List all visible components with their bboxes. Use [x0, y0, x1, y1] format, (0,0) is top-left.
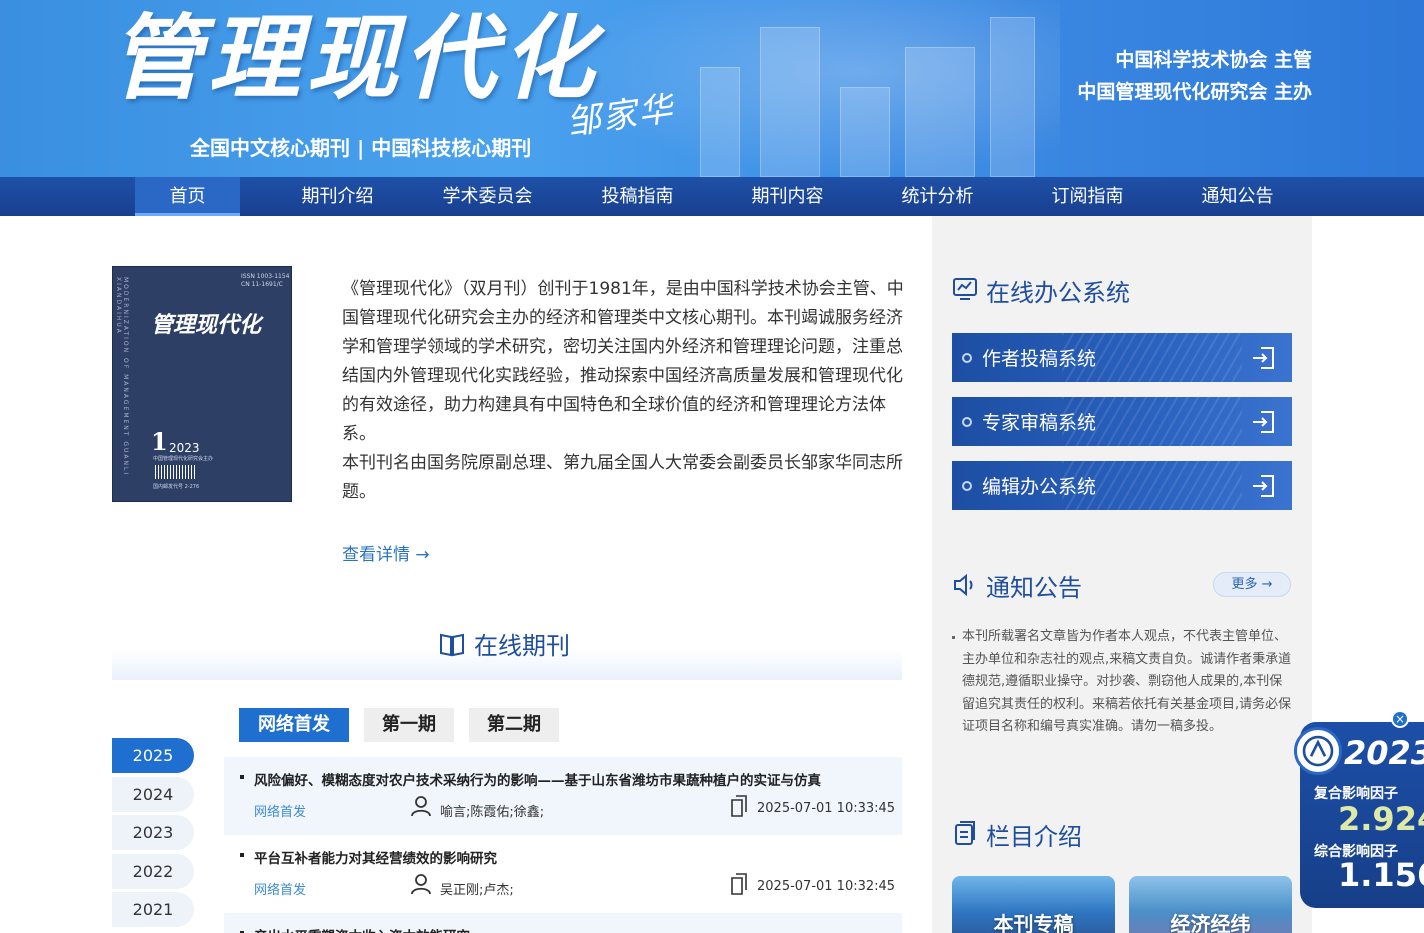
notice-title: 通知公告: [986, 575, 1082, 602]
article-title[interactable]: 平台互补者能力对其经营绩效的影响研究: [254, 847, 497, 867]
article-tag: 网络首发: [254, 805, 307, 820]
article-date: 2025-07-01 10:33:45: [757, 801, 896, 816]
view-details-link[interactable]: 查看详情 →: [342, 540, 430, 565]
system-label: 编辑办公系统: [982, 476, 1097, 498]
online-journal-title: 在线期刊: [474, 633, 570, 660]
bullet: [952, 636, 955, 639]
sponsor-line-1: 中国科学技术协会 主管: [1115, 49, 1312, 71]
nav-item-subscribe[interactable]: 订阅指南: [1035, 177, 1140, 216]
article-tag: 网络首发: [254, 883, 307, 898]
year-item[interactable]: 2025: [112, 738, 194, 773]
login-icon: [1253, 475, 1274, 497]
header-building: [905, 47, 975, 177]
year-item[interactable]: 2024: [112, 777, 194, 812]
site-title: 管理现代化: [110, 4, 601, 112]
journal-intro: 《管理现代化》（双月刊）创刊于1981年，是由中国科学技术协会主管、中国管理现代…: [342, 275, 904, 507]
office-system-title: 在线办公系统: [986, 280, 1130, 307]
expert-review-button[interactable]: 专家审稿系统: [952, 397, 1292, 446]
bullet: [240, 853, 244, 857]
header-building: [840, 87, 890, 177]
editor-office-button[interactable]: 编辑办公系统: [952, 461, 1292, 510]
author-submission-button[interactable]: 作者投稿系统: [952, 333, 1292, 382]
comprehensive-impact-value: 1.156: [1338, 856, 1424, 894]
bullet-dot: [962, 481, 972, 491]
notice-text[interactable]: 本刊所载署名文章皆为作者本人观点，不代表主管单位、主办单位和杂志社的观点,来稿文…: [962, 626, 1294, 739]
cover-issn: ISSN 1003-1154 CN 11-1691/C: [241, 273, 290, 288]
compound-impact-value: 2.924: [1338, 800, 1424, 838]
login-icon: [1253, 411, 1274, 433]
cover-small-text: 中国管理现代化研究会主办: [153, 456, 214, 462]
article-title[interactable]: 产出水平重塑资本收入资本效能研究: [254, 925, 470, 933]
main-nav: 首页 期刊介绍 学术委员会 投稿指南 期刊内容 统计分析 订阅指南 通知公告: [0, 177, 1424, 216]
article-item: 平台互补者能力对其经营绩效的影响研究 网络首发 吴正刚;卢杰; 2025-07-…: [224, 835, 902, 913]
column-card-economy[interactable]: 经济经纬: [1129, 876, 1292, 933]
article-item: 产出水平重塑资本收入资本效能研究: [224, 913, 902, 933]
column-card-special[interactable]: 本刊专稿: [952, 876, 1115, 933]
cover-title: 管理现代化: [151, 312, 262, 338]
monitor-chart-icon: [953, 278, 977, 300]
year-item[interactable]: 2022: [112, 854, 194, 889]
tab-issue-1[interactable]: 第一期: [364, 708, 454, 742]
nav-item-content[interactable]: 期刊内容: [735, 177, 840, 216]
tab-online-first[interactable]: 网络首发: [239, 708, 349, 742]
document-icon: [731, 873, 747, 895]
nav-item-home[interactable]: 首页: [135, 177, 240, 216]
sponsor-block: 中国科学技术协会 主管 中国管理现代化研究会 主办: [1077, 44, 1312, 108]
column-intro-title: 栏目介绍: [986, 824, 1082, 851]
notice-more-button[interactable]: 更多 →: [1213, 572, 1291, 597]
article-item: 风险偏好、模糊态度对农户技术采纳行为的影响——基于山东省潍坊市果蔬种植户的实证与…: [224, 757, 902, 835]
article-authors: 喻言;陈霞佑;徐鑫;: [440, 805, 545, 820]
cover-side-text: MODERNIZATION OF MANAGEMENT GUANLI XIAND…: [115, 277, 129, 477]
year-item[interactable]: 2021: [112, 892, 194, 927]
user-icon: [411, 796, 431, 817]
intro-paragraph: 《管理现代化》（双月刊）创刊于1981年，是由中国科学技术协会主管、中国管理现代…: [342, 279, 904, 444]
cover-bottom-text: 国内邮发代号 2-276: [153, 484, 200, 490]
column-card-label: 本刊专稿: [993, 912, 1074, 933]
journal-logo-icon: [1294, 727, 1342, 775]
user-icon: [411, 874, 431, 895]
cover-barcode: [155, 465, 195, 479]
article-date: 2025-07-01 10:32:45: [757, 879, 896, 894]
site-header: 管理现代化 邹家华 全国中文核心期刊 | 中国科技核心期刊 中国科学技术协会 主…: [0, 0, 1424, 177]
header-building: [990, 17, 1035, 177]
site-subtitle: 全国中文核心期刊 | 中国科技核心期刊: [190, 136, 532, 160]
nav-item-statistics[interactable]: 统计分析: [885, 177, 990, 216]
journal-cover[interactable]: MODERNIZATION OF MANAGEMENT GUANLI XIAND…: [112, 266, 292, 502]
document-icon: [731, 795, 747, 817]
sponsor-line-2: 中国管理现代化研究会 主办: [1077, 81, 1312, 103]
speaker-icon: [954, 573, 973, 597]
cover-issue-number: 1: [151, 427, 168, 456]
bullet: [240, 775, 244, 779]
cover-issue-year: 2023: [169, 441, 200, 455]
badge-year: 2023: [1344, 734, 1424, 772]
tab-issue-2[interactable]: 第二期: [469, 708, 559, 742]
article-title[interactable]: 风险偏好、模糊态度对农户技术采纳行为的影响——基于山东省潍坊市果蔬种植户的实证与…: [254, 769, 821, 789]
nav-item-submission-guide[interactable]: 投稿指南: [585, 177, 690, 216]
nav-item-journal-intro[interactable]: 期刊介绍: [285, 177, 390, 216]
header-building: [700, 67, 740, 177]
intro-paragraph: 本刊刊名由国务院原副总理、第九届全国人大常委会副委员长邹家华同志所题。: [342, 453, 903, 502]
column-card-label: 经济经纬: [1170, 912, 1251, 933]
login-icon: [1253, 347, 1274, 369]
nav-item-notices[interactable]: 通知公告: [1185, 177, 1290, 216]
nav-item-committee[interactable]: 学术委员会: [435, 177, 540, 216]
system-label: 作者投稿系统: [982, 348, 1097, 370]
year-item[interactable]: 2023: [112, 815, 194, 850]
header-building: [760, 27, 820, 177]
bullet-dot: [962, 417, 972, 427]
document-list-icon: [955, 821, 975, 845]
system-label: 专家审稿系统: [982, 412, 1097, 434]
bullet-dot: [962, 353, 972, 363]
article-authors: 吴正刚;卢杰;: [440, 883, 514, 898]
close-icon[interactable]: ×: [1391, 710, 1409, 728]
book-icon: [440, 633, 464, 657]
